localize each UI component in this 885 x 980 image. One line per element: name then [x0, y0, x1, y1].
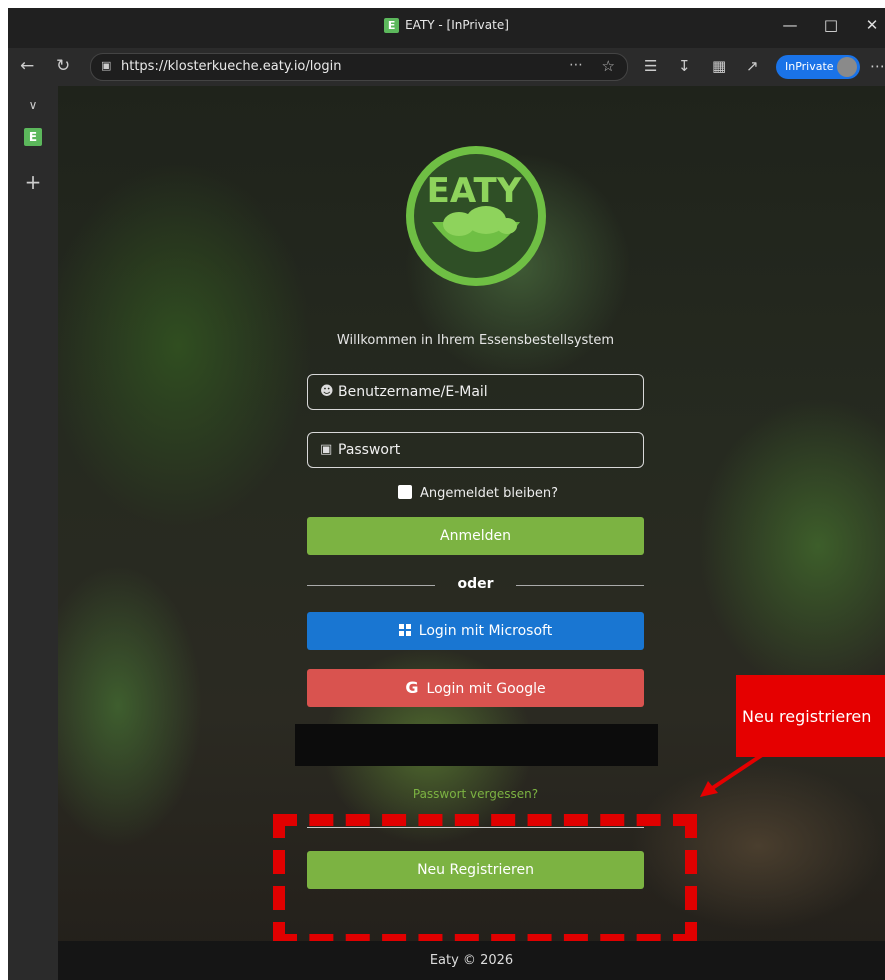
window-title-text: EATY - [InPrivate] — [405, 18, 509, 32]
divider-text: oder — [457, 576, 494, 592]
annotation-callout: Neu registrieren — [736, 675, 885, 757]
url-field[interactable]: ▣ https://klosterkueche.eaty.io/login ⋯ … — [90, 53, 628, 81]
microsoft-login-label: Login mit Microsoft — [418, 623, 553, 639]
username-field[interactable]: ☻ Benutzername/E-Mail — [307, 374, 644, 410]
annotation-arrow-icon — [700, 753, 764, 797]
page-options-icon[interactable]: ⋯ — [569, 57, 583, 73]
or-divider: oder — [307, 576, 644, 596]
share-icon[interactable]: ↗ — [746, 57, 759, 75]
remember-me[interactable]: Angemeldet bleiben? — [398, 485, 558, 501]
refresh-icon[interactable]: ↻ — [56, 56, 70, 76]
chevron-down-icon[interactable]: ∨ — [8, 98, 58, 112]
user-icon: ☻ — [320, 384, 334, 399]
inprivate-label: InPrivate — [785, 60, 834, 73]
divider-line-left — [307, 585, 435, 586]
lock-icon: ▣ — [101, 59, 112, 72]
password-field[interactable]: ▣ Passwort — [307, 432, 644, 468]
remember-checkbox[interactable] — [398, 485, 412, 499]
favorites-icon[interactable]: ☰ — [644, 57, 657, 75]
tab-eaty[interactable]: E — [24, 128, 42, 146]
remember-label: Angemeldet bleiben? — [420, 486, 558, 501]
download-icon[interactable]: ↧ — [678, 57, 691, 75]
screenshot-icon[interactable]: ▦ — [712, 57, 726, 75]
close-icon[interactable]: ✕ — [857, 16, 885, 34]
google-login-button[interactable]: G Login mit Google — [307, 669, 644, 707]
window-title: E EATY - [InPrivate] — [8, 18, 885, 33]
google-login-label: Login mit Google — [426, 681, 546, 697]
inprivate-badge[interactable]: InPrivate — [776, 55, 860, 79]
logo-text: EATY — [427, 171, 522, 211]
login-page: EATY Willkommen in Ihrem Essensbestellsy… — [58, 86, 885, 980]
microsoft-login-button[interactable]: Login mit Microsoft — [307, 612, 644, 650]
highlight-dashed-box — [273, 814, 697, 946]
google-icon: G — [405, 678, 419, 697]
more-menu-icon[interactable]: ⋯ — [870, 57, 885, 75]
username-placeholder: Benutzername/E-Mail — [338, 384, 488, 400]
windows-icon — [398, 624, 411, 636]
app-icon: E — [384, 18, 400, 33]
url-text: https://klosterkueche.eaty.io/login — [121, 59, 342, 74]
footer: Eaty © 2026 — [58, 941, 885, 980]
login-button[interactable]: Anmelden — [307, 517, 644, 555]
eaty-logo: EATY — [406, 146, 546, 286]
avatar — [837, 57, 857, 77]
password-placeholder: Passwort — [338, 442, 401, 458]
vertical-tab-bar: ∨ E + — [8, 86, 58, 980]
lock-icon: ▣ — [320, 442, 333, 457]
back-icon[interactable]: ← — [20, 56, 34, 76]
favorite-star-icon[interactable]: ☆ — [602, 57, 615, 75]
redacted-area — [295, 724, 658, 766]
new-tab-icon[interactable]: + — [8, 170, 58, 194]
minimize-icon[interactable]: — — [775, 16, 805, 34]
divider-line-right — [516, 585, 644, 586]
welcome-text: Willkommen in Ihrem Essensbestellsystem — [336, 333, 615, 348]
annotation-text: Neu registrieren — [742, 707, 872, 726]
maximize-icon[interactable]: □ — [816, 16, 846, 34]
title-bar: E EATY - [InPrivate] — □ ✕ — [8, 8, 885, 48]
address-bar-row: ← ↻ ▣ https://klosterkueche.eaty.io/logi… — [8, 48, 885, 86]
